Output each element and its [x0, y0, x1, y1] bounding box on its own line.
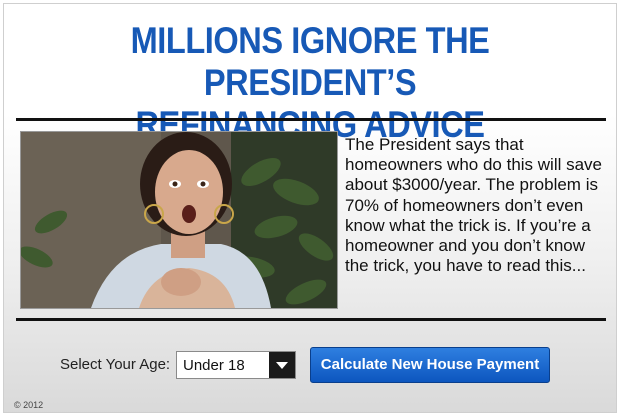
copyright-text: © 2012: [14, 400, 44, 410]
top-divider: [16, 118, 606, 121]
ad-banner[interactable]: MILLIONS IGNORE THE PRESIDENT’S REFINANC…: [3, 3, 617, 413]
ad-body-text: The President says that homeowners who d…: [345, 135, 603, 276]
age-select-label: Select Your Age:: [60, 356, 171, 373]
headline-line-1: MILLIONS IGNORE THE PRESIDENT’S: [130, 20, 490, 103]
photo-illustration: [21, 132, 337, 308]
calculate-payment-button[interactable]: Calculate New House Payment: [310, 347, 550, 383]
chevron-down-icon[interactable]: [269, 352, 295, 378]
age-select[interactable]: Under 18: [176, 351, 296, 379]
age-select-value: Under 18: [183, 357, 245, 374]
surprised-woman-photo[interactable]: [20, 131, 338, 309]
headline: MILLIONS IGNORE THE PRESIDENT’S REFINANC…: [41, 20, 580, 146]
bottom-divider: [16, 318, 606, 321]
